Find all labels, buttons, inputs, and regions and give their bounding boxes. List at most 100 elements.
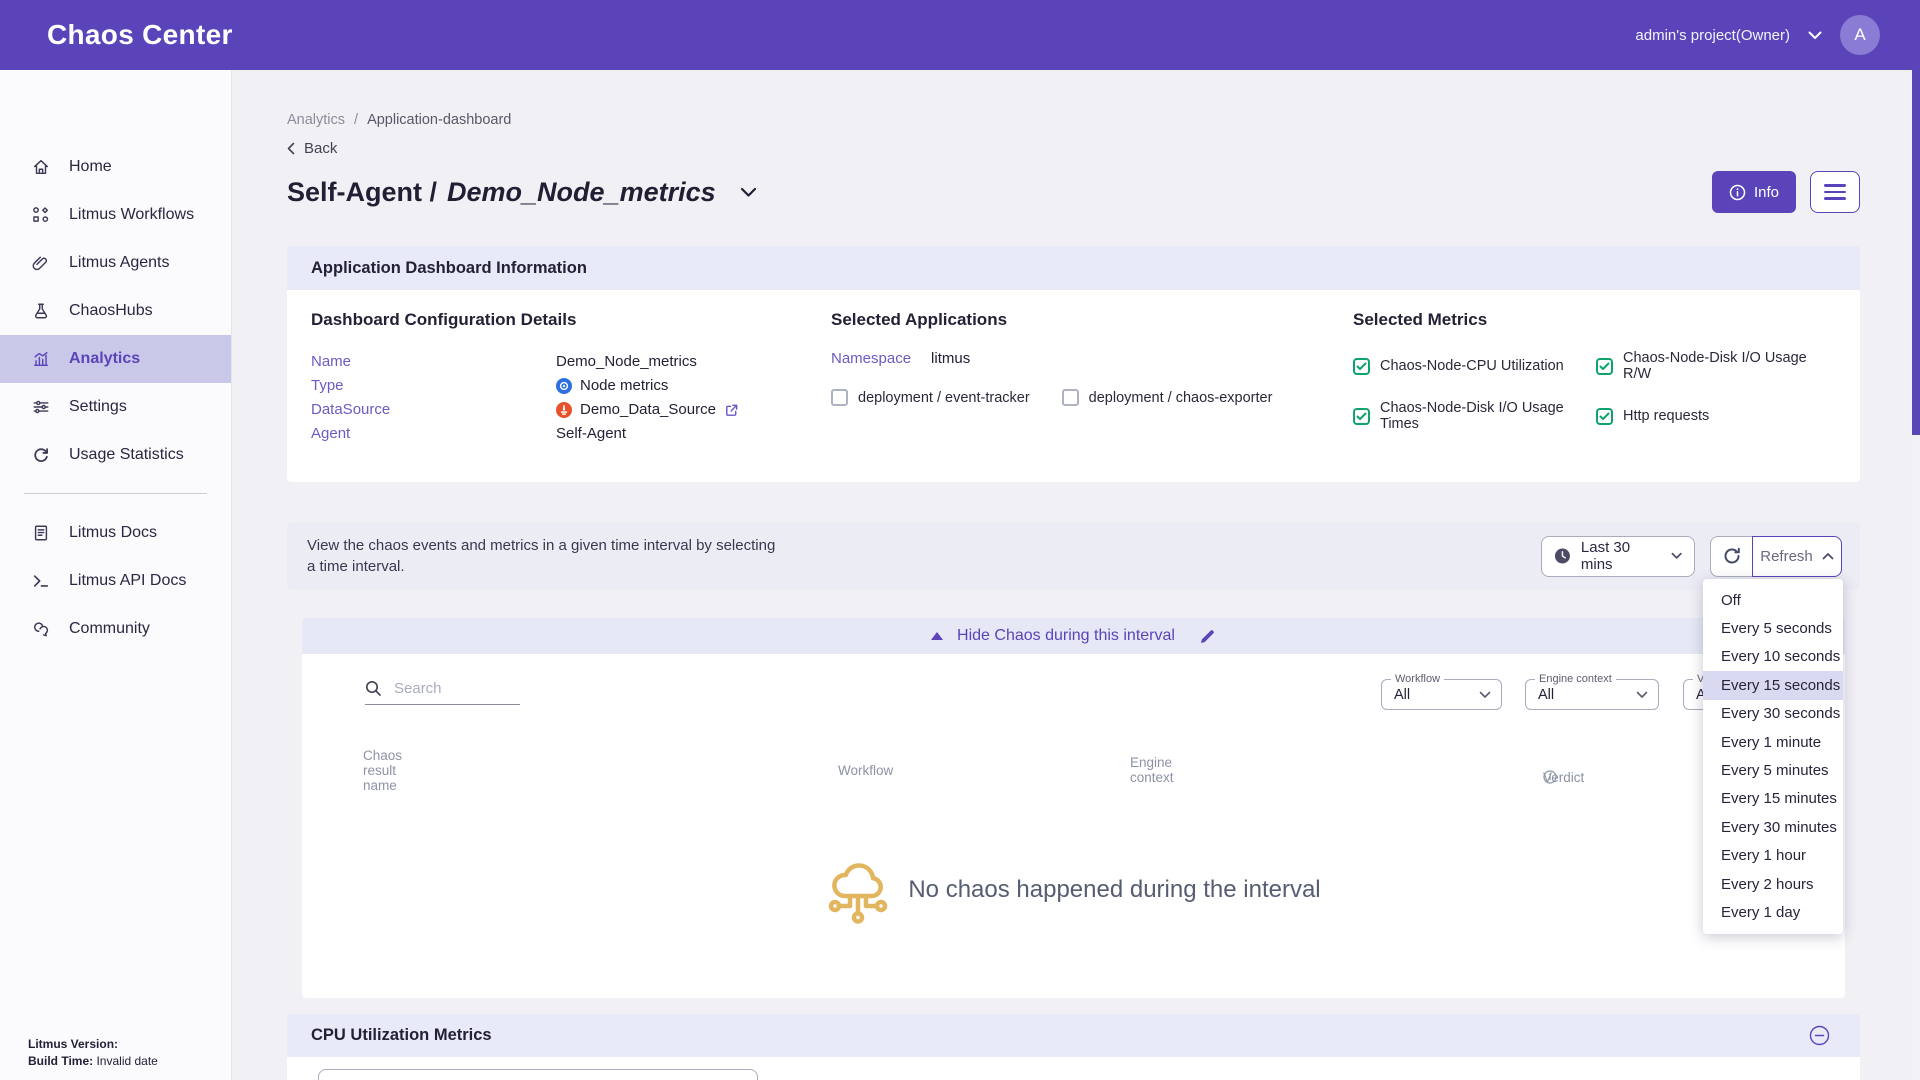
vertical-scrollbar[interactable]: [1912, 70, 1920, 1080]
sidebar-item-label: Usage Statistics: [69, 446, 184, 464]
sidebar-item-usage-statistics[interactable]: Usage Statistics: [0, 431, 231, 479]
application-checkboxes: deployment / event-tracker deployment / …: [831, 389, 1353, 406]
time-interval-bar: View the chaos events and metrics in a g…: [287, 522, 1860, 590]
menu-item-every-2-hours[interactable]: Every 2 hours: [1703, 870, 1843, 898]
avatar[interactable]: A: [1840, 15, 1880, 55]
info-button-label: Info: [1754, 184, 1779, 201]
search-input[interactable]: [394, 680, 504, 697]
application-checkbox-chaos-exporter[interactable]: deployment / chaos-exporter: [1062, 389, 1273, 406]
build-time-value: Invalid date: [96, 1054, 157, 1068]
engine-context-filter-select[interactable]: Engine context All: [1525, 679, 1659, 710]
column-title: Selected Metrics: [1353, 310, 1836, 330]
edit-pencil-icon[interactable]: [1199, 628, 1216, 645]
checkbox-unchecked[interactable]: [831, 389, 848, 406]
metric-checkbox-disk-rw[interactable]: Chaos-Node-Disk I/O Usage R/W: [1596, 350, 1836, 382]
refresh-rate-menu: Off Every 5 seconds Every 10 seconds Eve…: [1703, 579, 1843, 934]
checkbox-label: Chaos-Node-CPU Utilization: [1380, 358, 1564, 374]
sidebar-item-litmus-api-docs[interactable]: Litmus API Docs: [0, 557, 231, 605]
field-label: Agent: [311, 422, 556, 446]
configuration-details-column: Dashboard Configuration Details Name Dem…: [311, 310, 831, 446]
title-chevron-down-icon[interactable]: [740, 187, 757, 198]
sidebar-divider: [24, 493, 207, 494]
field-value: Node metrics: [580, 374, 668, 398]
menu-item-every-10-seconds[interactable]: Every 10 seconds: [1703, 643, 1843, 671]
collapse-triangle-icon[interactable]: [931, 632, 943, 640]
project-selector[interactable]: admin's project(Owner): [1635, 27, 1790, 44]
hide-chaos-label[interactable]: Hide Chaos during this interval: [957, 627, 1175, 645]
column-title: Dashboard Configuration Details: [311, 310, 831, 330]
menu-item-every-5-minutes[interactable]: Every 5 minutes: [1703, 756, 1843, 784]
clock-icon: [1554, 547, 1571, 565]
page-title-row: Self-Agent / Demo_Node_metrics Info: [287, 171, 1860, 213]
menu-item-every-30-seconds[interactable]: Every 30 seconds: [1703, 700, 1843, 728]
time-range-select[interactable]: Last 30 mins: [1541, 536, 1695, 577]
filter-label: Workflow: [1391, 673, 1444, 685]
sidebar-item-litmus-workflows[interactable]: Litmus Workflows: [0, 191, 231, 239]
menu-item-every-30-minutes[interactable]: Every 30 minutes: [1703, 813, 1843, 841]
breadcrumb-separator: /: [354, 112, 358, 128]
filter-value: All: [1394, 687, 1410, 703]
sidebar-item-community[interactable]: Community: [0, 605, 231, 653]
collapse-minus-icon[interactable]: [1809, 1025, 1830, 1046]
checkbox-label: deployment / chaos-exporter: [1089, 390, 1273, 406]
sidebar-item-chaoshubs[interactable]: ChaosHubs: [0, 287, 231, 335]
sidebar-item-litmus-agents[interactable]: Litmus Agents: [0, 239, 231, 287]
menu-item-every-1-hour[interactable]: Every 1 hour: [1703, 842, 1843, 870]
menu-item-off[interactable]: Off: [1703, 586, 1843, 614]
namespace-label: Namespace: [831, 350, 911, 367]
sidebar-nav: Home Litmus Workflows Litmus Agents Chao…: [0, 70, 231, 479]
checkbox-label: Http requests: [1623, 408, 1709, 424]
checkbox-checked[interactable]: [1596, 358, 1613, 375]
checkbox-label: deployment / event-tracker: [858, 390, 1030, 406]
menu-item-every-5-seconds[interactable]: Every 5 seconds: [1703, 614, 1843, 642]
search-field[interactable]: [365, 680, 520, 705]
chevron-up-icon: [1822, 552, 1834, 560]
selected-applications-column: Selected Applications Namespace litmus d…: [831, 310, 1353, 446]
metric-checkbox-disk-times[interactable]: Chaos-Node-Disk I/O Usage Times: [1353, 400, 1596, 432]
sidebar-item-litmus-docs[interactable]: Litmus Docs: [0, 509, 231, 557]
chevron-down-icon: [1671, 552, 1682, 560]
refresh-rate-button[interactable]: Refresh: [1752, 536, 1842, 577]
checkbox-checked[interactable]: [1353, 408, 1370, 425]
checkbox-label: Chaos-Node-Disk I/O Usage Times: [1380, 400, 1596, 432]
account-area: admin's project(Owner) A: [1635, 15, 1880, 55]
checkbox-unchecked[interactable]: [1062, 389, 1079, 406]
sidebar-item-settings[interactable]: Settings: [0, 383, 231, 431]
menu-item-every-1-day[interactable]: Every 1 day: [1703, 898, 1843, 926]
external-link-icon[interactable]: [724, 403, 739, 418]
scrollbar-thumb[interactable]: [1912, 70, 1920, 435]
back-button[interactable]: Back: [287, 140, 357, 157]
menu-item-every-15-seconds[interactable]: Every 15 seconds: [1703, 671, 1843, 699]
refresh-now-button[interactable]: [1710, 536, 1752, 577]
filter-label: Engine context: [1535, 673, 1616, 685]
info-button[interactable]: Info: [1712, 171, 1796, 213]
menu-item-every-15-minutes[interactable]: Every 15 minutes: [1703, 785, 1843, 813]
metric-checkbox-cpu[interactable]: Chaos-Node-CPU Utilization: [1353, 350, 1596, 382]
checkbox-checked[interactable]: [1596, 408, 1613, 425]
checkbox-checked[interactable]: [1353, 358, 1370, 375]
field-label: Type: [311, 374, 556, 398]
workflows-icon: [32, 206, 50, 224]
cpu-metric-box: [318, 1069, 758, 1080]
sidebar-item-label: ChaosHubs: [69, 302, 153, 320]
chaoshubs-icon: [32, 302, 50, 320]
chevron-down-icon[interactable]: [1808, 31, 1822, 40]
agents-icon: [32, 254, 50, 272]
breadcrumb-analytics[interactable]: Analytics: [287, 112, 345, 128]
column-title: Selected Applications: [831, 310, 1353, 330]
menu-item-every-1-minute[interactable]: Every 1 minute: [1703, 728, 1843, 756]
dashboard-menu-button[interactable]: [1810, 171, 1860, 213]
cpu-panel-header: CPU Utilization Metrics: [287, 1014, 1860, 1057]
column-verdict: Verdict: [1543, 770, 1557, 784]
field-value: Self-Agent: [556, 422, 626, 446]
metric-checkbox-http[interactable]: Http requests: [1596, 400, 1836, 432]
sidebar-item-home[interactable]: Home: [0, 143, 231, 191]
sidebar: Home Litmus Workflows Litmus Agents Chao…: [0, 70, 232, 1080]
config-row-type: Type Node metrics: [311, 374, 831, 398]
workflow-filter-select[interactable]: Workflow All: [1381, 679, 1502, 710]
sidebar-item-analytics[interactable]: Analytics: [0, 335, 231, 383]
application-checkbox-event-tracker[interactable]: deployment / event-tracker: [831, 389, 1030, 406]
metrics-checkboxes: Chaos-Node-CPU Utilization Chaos-Node-Di…: [1353, 350, 1836, 432]
chevron-down-icon: [1636, 691, 1648, 699]
sidebar-item-label: Analytics: [69, 350, 140, 368]
